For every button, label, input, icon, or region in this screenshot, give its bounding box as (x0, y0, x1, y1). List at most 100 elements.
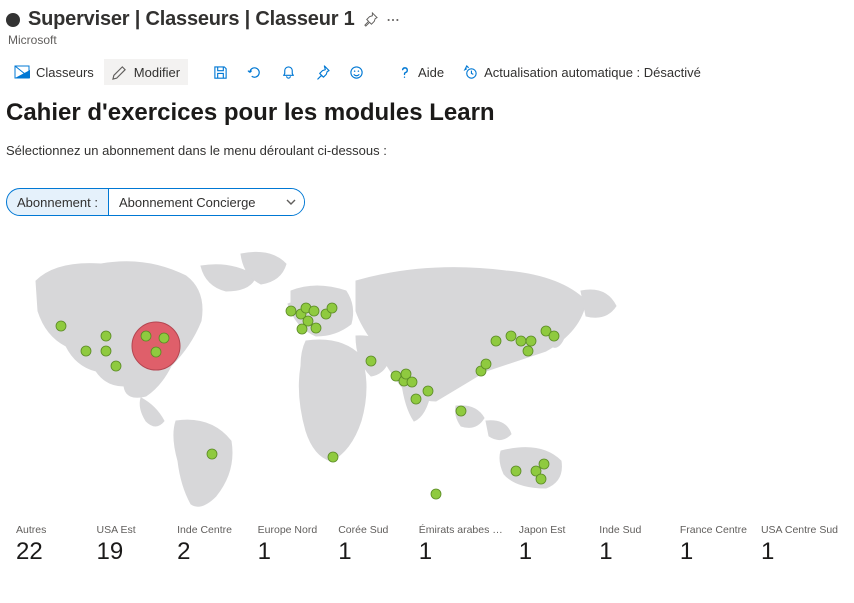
map-point[interactable] (549, 331, 559, 341)
stat-value: 1 (519, 538, 586, 566)
subscription-param[interactable]: Abonnement : Abonnement Concierge (6, 188, 305, 216)
content: Cahier d'exercices pour les modules Lear… (0, 95, 854, 570)
stat-label: Inde Centre (177, 524, 244, 536)
stat-card[interactable]: Japon Est 1 (519, 524, 586, 566)
map-point[interactable] (516, 336, 526, 346)
help-button[interactable]: Aide (388, 59, 452, 85)
map-point[interactable] (407, 377, 417, 387)
world-map (6, 236, 706, 516)
help-icon (396, 64, 412, 80)
alert-button[interactable] (272, 59, 304, 85)
instruction-text: Sélectionnez un abonnement dans le menu … (6, 143, 848, 158)
stat-card[interactable]: Inde Sud 1 (599, 524, 666, 566)
map-point[interactable] (481, 359, 491, 369)
map-point[interactable] (506, 331, 516, 341)
feedback-button[interactable] (340, 59, 372, 85)
stat-value: 1 (258, 538, 325, 566)
toolbar: Classeurs Modifier Aide (0, 51, 854, 95)
breadcrumb: Superviser | Classeurs | Classeur 1 (28, 8, 355, 31)
monitor-icon (6, 13, 20, 27)
smile-icon (348, 64, 364, 80)
map-point[interactable] (56, 321, 66, 331)
help-label: Aide (418, 65, 444, 80)
map-point[interactable] (539, 459, 549, 469)
edit-label: Modifier (134, 65, 180, 80)
edit-button[interactable]: Modifier (104, 59, 188, 85)
stat-card[interactable]: Émirats arabes un… 1 (419, 524, 505, 566)
header-subtitle: Microsoft (8, 33, 848, 47)
map-point[interactable] (523, 346, 533, 356)
param-selected-value: Abonnement Concierge (119, 195, 256, 210)
pin-icon[interactable] (363, 12, 378, 27)
map-point[interactable] (423, 386, 433, 396)
stat-value: 1 (419, 538, 505, 566)
page-title: Cahier d'exercices pour les modules Lear… (6, 99, 848, 127)
map-point[interactable] (366, 356, 376, 366)
workbooks-label: Classeurs (36, 65, 94, 80)
map-point[interactable] (141, 331, 151, 341)
autorefresh-label: Actualisation automatique : Désactivé (484, 65, 701, 80)
stat-label: USA Centre Sud (761, 524, 838, 536)
bell-icon (280, 64, 296, 80)
stat-card[interactable]: USA Est 19 (97, 524, 164, 566)
stat-card[interactable]: Inde Centre 2 (177, 524, 244, 566)
pencil-icon (112, 64, 128, 80)
map-point[interactable] (111, 361, 121, 371)
map-point[interactable] (491, 336, 501, 346)
stat-value: 19 (97, 538, 164, 566)
stat-label: Inde Sud (599, 524, 666, 536)
map-point[interactable] (207, 449, 217, 459)
save-icon (212, 64, 228, 80)
map-cluster-large[interactable] (132, 322, 180, 370)
map-point[interactable] (159, 333, 169, 343)
map-point[interactable] (328, 452, 338, 462)
clock-icon (462, 64, 478, 80)
map-point[interactable] (309, 306, 319, 316)
stat-card[interactable]: Autres 22 (16, 524, 83, 566)
map-point[interactable] (431, 489, 441, 499)
stat-label: USA Est (97, 524, 164, 536)
map-point[interactable] (311, 323, 321, 333)
map-point[interactable] (511, 466, 521, 476)
stat-card[interactable]: USA Centre Sud 1 (761, 524, 838, 566)
stat-value: 1 (338, 538, 405, 566)
map-point[interactable] (526, 336, 536, 346)
map-point[interactable] (151, 347, 161, 357)
refresh-button[interactable] (238, 59, 270, 85)
stat-label: Europe Nord (258, 524, 325, 536)
pin-toolbar-button[interactable] (306, 59, 338, 85)
save-button[interactable] (204, 59, 236, 85)
more-icon[interactable] (386, 13, 400, 27)
param-select[interactable]: Abonnement Concierge (108, 189, 304, 215)
map-point[interactable] (411, 394, 421, 404)
stat-value: 1 (680, 538, 747, 566)
workbooks-button[interactable]: Classeurs (6, 59, 102, 85)
chevron-down-icon (286, 197, 296, 207)
map-point[interactable] (297, 324, 307, 334)
stat-label: France Centre (680, 524, 747, 536)
workbook-icon (14, 64, 30, 80)
param-label: Abonnement : (7, 189, 108, 215)
map-point[interactable] (327, 303, 337, 313)
stat-label: Japon Est (519, 524, 586, 536)
stat-value: 1 (599, 538, 666, 566)
map-point[interactable] (456, 406, 466, 416)
map-point[interactable] (101, 331, 111, 341)
stat-card[interactable]: Corée Sud 1 (338, 524, 405, 566)
stat-value: 1 (761, 538, 838, 566)
map-point[interactable] (536, 474, 546, 484)
map-point[interactable] (81, 346, 91, 356)
stat-label: Émirats arabes un… (419, 524, 505, 536)
stat-value: 22 (16, 538, 83, 566)
map-point[interactable] (101, 346, 111, 356)
stat-label: Corée Sud (338, 524, 405, 536)
stat-card[interactable]: France Centre 1 (680, 524, 747, 566)
header: Superviser | Classeurs | Classeur 1 Micr… (0, 0, 854, 51)
stat-label: Autres (16, 524, 83, 536)
refresh-icon (246, 64, 262, 80)
pin-toolbar-icon (314, 64, 330, 80)
autorefresh-button[interactable]: Actualisation automatique : Désactivé (454, 59, 709, 85)
stat-card[interactable]: Europe Nord 1 (258, 524, 325, 566)
map-point[interactable] (286, 306, 296, 316)
stat-value: 2 (177, 538, 244, 566)
